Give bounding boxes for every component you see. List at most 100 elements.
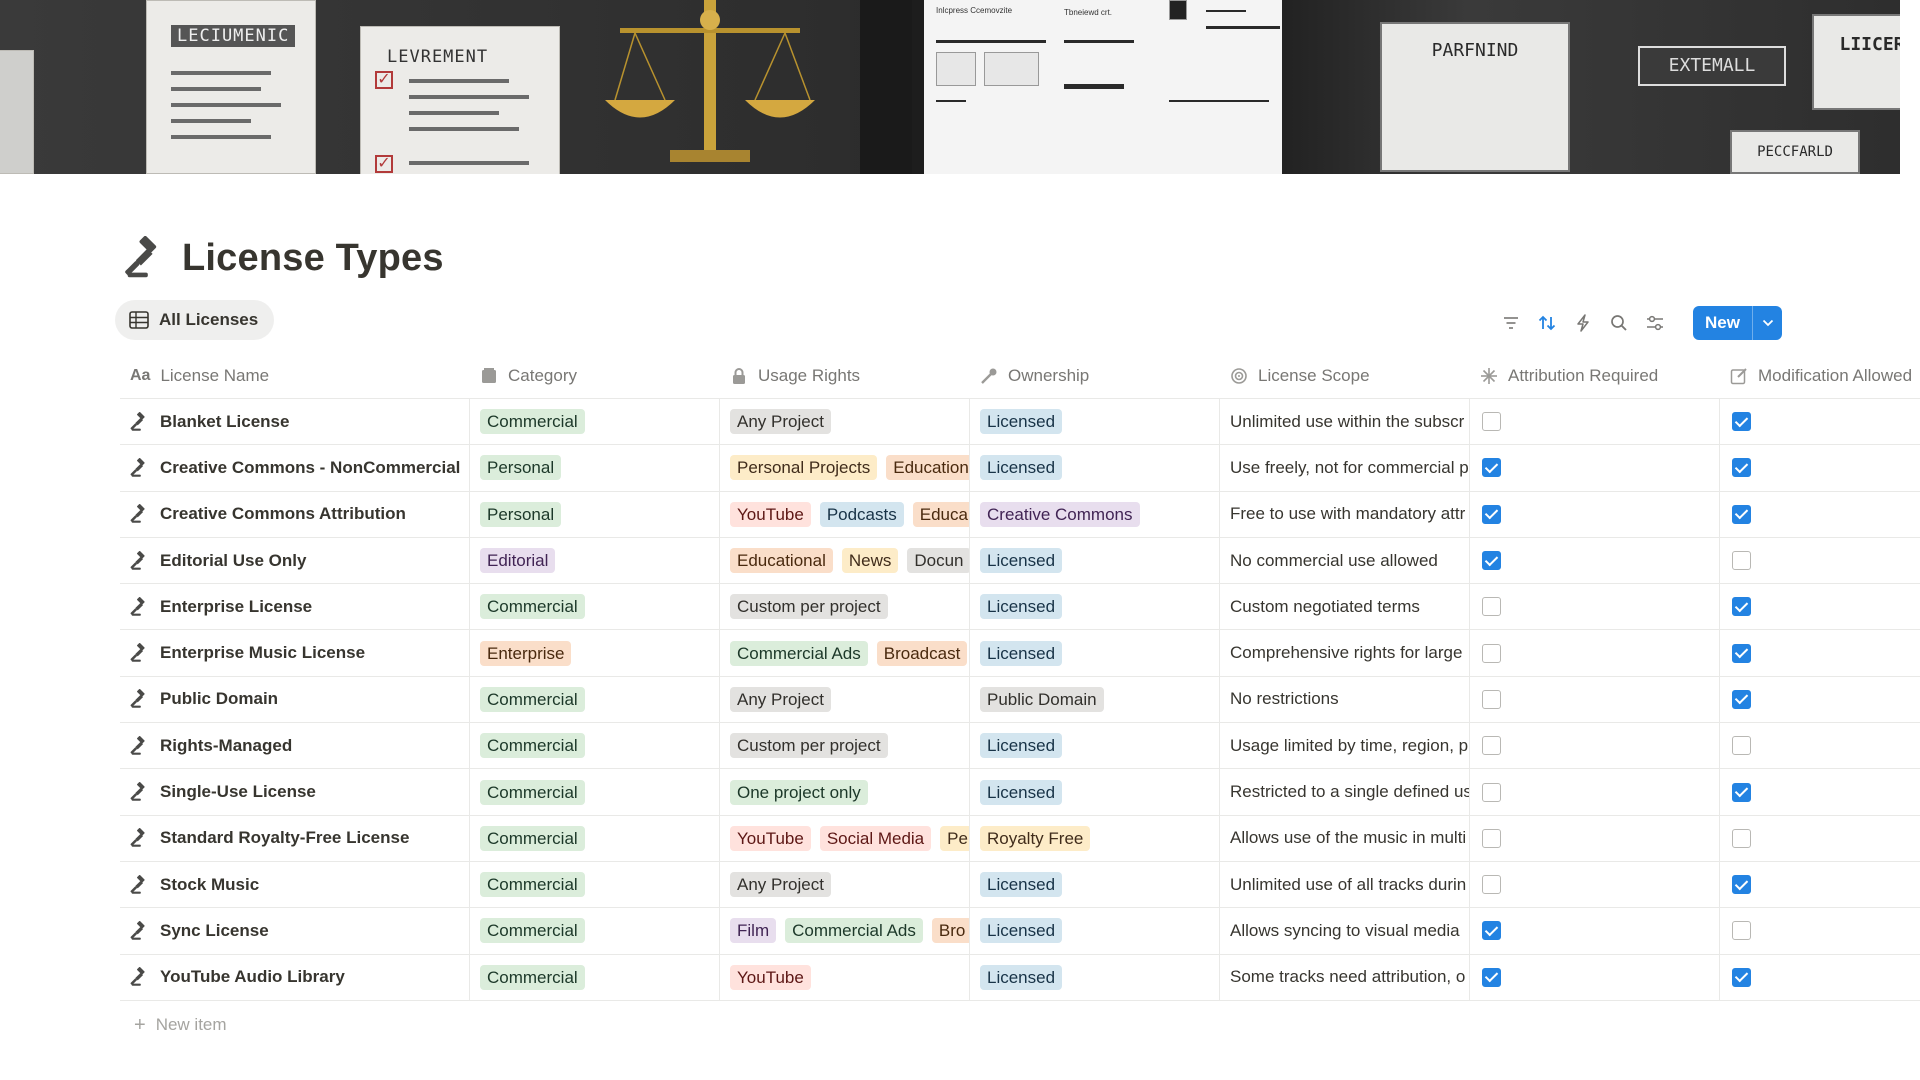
category-cell[interactable]: Commercial <box>470 954 720 1000</box>
license-name-cell[interactable]: Sync License <box>120 908 470 954</box>
column-header-attribution-required[interactable]: Attribution Required <box>1470 353 1720 398</box>
view-tab-all-licenses[interactable]: All Licenses <box>115 300 275 340</box>
attribution-checkbox[interactable] <box>1482 597 1501 617</box>
attribution-checkbox[interactable] <box>1482 828 1501 848</box>
modification-checkbox[interactable] <box>1732 504 1751 524</box>
usage-rights-cell[interactable]: Any Project <box>720 399 970 445</box>
attribution-checkbox[interactable] <box>1482 782 1501 802</box>
license-scope-cell[interactable]: Free to use with mandatory attr <box>1220 491 1470 537</box>
modification-checkbox[interactable] <box>1732 412 1751 432</box>
license-scope-cell[interactable]: Restricted to a single defined us <box>1220 769 1470 815</box>
license-scope-cell[interactable]: Custom negotiated terms <box>1220 584 1470 630</box>
category-cell[interactable]: Personal <box>470 445 720 491</box>
column-header-ownership[interactable]: Ownership <box>970 353 1220 398</box>
license-name-cell[interactable]: YouTube Audio Library <box>120 954 470 1000</box>
ownership-cell[interactable]: Licensed <box>970 399 1220 445</box>
license-name-cell[interactable]: Blanket License <box>120 399 470 445</box>
table-row[interactable]: Single-Use License Commercial One project … <box>120 769 1920 816</box>
automation-button[interactable] <box>1571 311 1595 335</box>
usage-rights-cell[interactable]: Custom per project <box>720 723 970 769</box>
ownership-cell[interactable]: Licensed <box>970 769 1220 815</box>
modification-checkbox[interactable] <box>1732 782 1751 802</box>
modification-checkbox[interactable] <box>1732 643 1751 663</box>
category-cell[interactable]: Editorial <box>470 537 720 584</box>
attribution-checkbox[interactable] <box>1482 412 1501 432</box>
attribution-checkbox[interactable] <box>1482 458 1501 478</box>
table-row[interactable]: Enterprise License Commercial Custom per p… <box>120 584 1920 631</box>
attribution-checkbox[interactable] <box>1482 551 1501 571</box>
license-scope-cell[interactable]: Some tracks need attribution, o <box>1220 954 1470 1000</box>
license-scope-cell[interactable]: Allows syncing to visual media <box>1220 908 1470 954</box>
table-row[interactable]: Creative Commons Attribution Personal YouT… <box>120 491 1920 538</box>
attribution-checkbox[interactable] <box>1482 736 1501 756</box>
license-scope-cell[interactable]: No commercial use allowed <box>1220 537 1470 584</box>
ownership-cell[interactable]: Public Domain <box>970 676 1220 723</box>
table-row[interactable]: YouTube Audio Library Commercial YouTube Li… <box>120 954 1920 1001</box>
ownership-cell[interactable]: Licensed <box>970 630 1220 676</box>
category-cell[interactable]: Personal <box>470 491 720 537</box>
license-scope-cell[interactable]: Comprehensive rights for large <box>1220 630 1470 676</box>
attribution-checkbox[interactable] <box>1482 689 1501 709</box>
modification-checkbox[interactable] <box>1732 597 1751 617</box>
ownership-cell[interactable]: Royalty Free <box>970 815 1220 861</box>
table-row[interactable]: Creative Commons - NonCommercial Personal… <box>120 445 1920 492</box>
usage-rights-cell[interactable]: Any Project <box>720 861 970 908</box>
ownership-cell[interactable]: Licensed <box>970 908 1220 954</box>
license-name-cell[interactable]: Enterprise Music License <box>120 630 470 676</box>
column-header-license-name[interactable]: Aa License Name <box>120 353 470 398</box>
table-row[interactable]: Rights-Managed Commercial Custom per proje… <box>120 723 1920 770</box>
usage-rights-cell[interactable]: Personal Projects Education <box>720 445 970 491</box>
table-row[interactable]: Blanket License Commercial Any Project Lice… <box>120 399 1920 446</box>
ownership-cell[interactable]: Licensed <box>970 445 1220 491</box>
filter-button[interactable] <box>1499 311 1523 335</box>
usage-rights-cell[interactable]: Educational News Docun <box>720 537 970 584</box>
category-cell[interactable]: Commercial <box>470 908 720 954</box>
category-cell[interactable]: Commercial <box>470 676 720 723</box>
usage-rights-cell[interactable]: YouTube Podcasts Educa <box>720 491 970 537</box>
modification-checkbox[interactable] <box>1732 551 1751 571</box>
ownership-cell[interactable]: Licensed <box>970 584 1220 630</box>
table-row[interactable]: Standard Royalty-Free License Commercial Y… <box>120 815 1920 862</box>
category-cell[interactable]: Commercial <box>470 584 720 630</box>
license-name-cell[interactable]: Single-Use License <box>120 769 470 815</box>
table-row[interactable]: Editorial Use Only Editorial Educational Ne… <box>120 537 1920 585</box>
license-name-cell[interactable]: Stock Music <box>120 861 470 908</box>
column-header-modification-allowed[interactable]: Modification Allowed <box>1720 353 1920 398</box>
attribution-checkbox[interactable] <box>1482 967 1501 987</box>
new-button[interactable]: New <box>1693 306 1752 340</box>
license-name-cell[interactable]: Enterprise License <box>120 584 470 630</box>
column-header-usage-rights[interactable]: Usage Rights <box>720 353 970 398</box>
sort-button[interactable] <box>1535 311 1559 335</box>
ownership-cell[interactable]: Licensed <box>970 537 1220 584</box>
license-scope-cell[interactable]: Unlimited use of all tracks durin <box>1220 861 1470 908</box>
usage-rights-cell[interactable]: Commercial Ads Broadcast <box>720 630 970 676</box>
license-scope-cell[interactable]: Unlimited use within the subscr <box>1220 399 1470 445</box>
new-dropdown-button[interactable] <box>1752 306 1782 340</box>
modification-checkbox[interactable] <box>1732 967 1751 987</box>
license-name-cell[interactable]: Creative Commons Attribution <box>120 491 470 537</box>
new-item-button[interactable]: + New item <box>120 1001 1920 1049</box>
usage-rights-cell[interactable]: One project only <box>720 769 970 815</box>
category-cell[interactable]: Commercial <box>470 815 720 861</box>
modification-checkbox[interactable] <box>1732 875 1751 895</box>
license-scope-cell[interactable]: Usage limited by time, region, p <box>1220 723 1470 769</box>
modification-checkbox[interactable] <box>1732 736 1751 756</box>
ownership-cell[interactable]: Licensed <box>970 861 1220 908</box>
table-row[interactable]: Sync License Commercial Film Commercial Ads… <box>120 908 1920 955</box>
attribution-checkbox[interactable] <box>1482 875 1501 895</box>
modification-checkbox[interactable] <box>1732 921 1751 941</box>
category-cell[interactable]: Commercial <box>470 399 720 445</box>
usage-rights-cell[interactable]: Film Commercial Ads Bro <box>720 908 970 954</box>
modification-checkbox[interactable] <box>1732 828 1751 848</box>
category-cell[interactable]: Commercial <box>470 723 720 769</box>
attribution-checkbox[interactable] <box>1482 504 1501 524</box>
column-header-category[interactable]: Category <box>470 353 720 398</box>
table-row[interactable]: Public Domain Commercial Any Project Public… <box>120 676 1920 724</box>
license-name-cell[interactable]: Public Domain <box>120 676 470 723</box>
usage-rights-cell[interactable]: YouTube Social Media Pe <box>720 815 970 861</box>
table-row[interactable]: Enterprise Music License Enterprise Commer… <box>120 630 1920 677</box>
ownership-cell[interactable]: Creative Commons <box>970 491 1220 537</box>
modification-checkbox[interactable] <box>1732 689 1751 709</box>
attribution-checkbox[interactable] <box>1482 643 1501 663</box>
table-row[interactable]: Stock Music Commercial Any Project Licensed… <box>120 861 1920 909</box>
